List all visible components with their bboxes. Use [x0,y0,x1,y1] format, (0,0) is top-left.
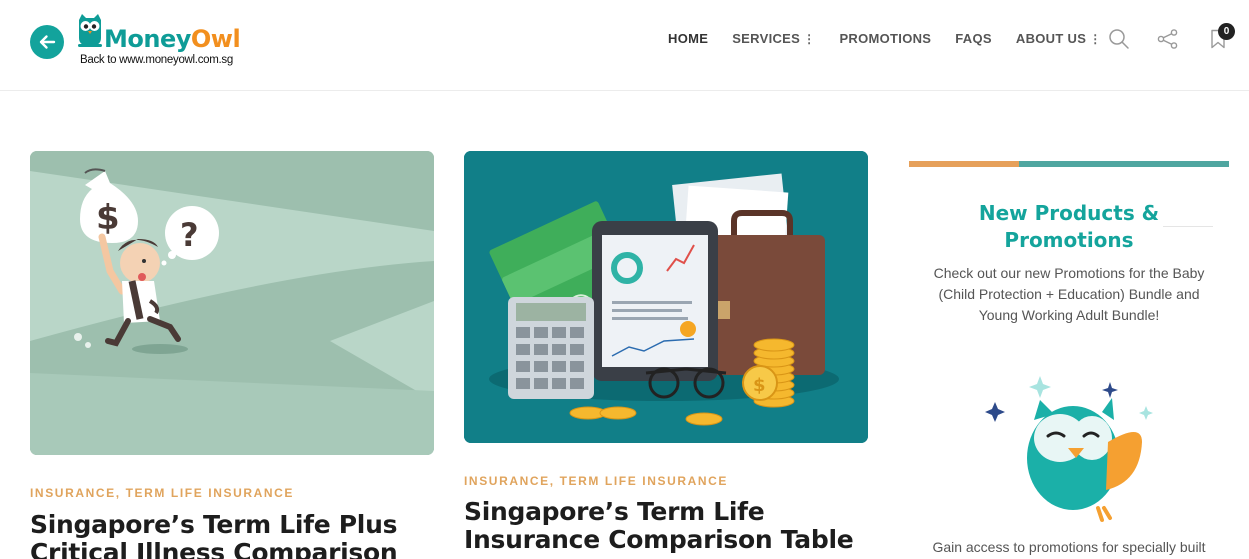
nav-services[interactable]: SERVICES ⋮ [732,31,815,46]
post-2-image[interactable]: $ [464,151,868,443]
widget-title-line1: New Products & [978,201,1160,225]
widget-description-2: Gain access to promotions for specially … [932,539,1206,555]
nav-faqs-label: FAQS [955,31,992,46]
back-to-site-link[interactable]: Back to www.moneyowl.com.sg [80,54,233,66]
owl-logo-icon [78,14,102,47]
site-header: MoneyOwl Back to www.moneyowl.com.sg HOM… [0,0,1249,91]
svg-text:?: ? [180,216,199,254]
widget-title-line2: Promotions [1004,228,1134,252]
post-2-title-line1: Singapore’s Term Life [464,497,765,526]
post-1-title-line1: Singapore’s Term Life Plus [30,510,398,539]
nav-about-label: ABOUT US [1015,31,1087,46]
arrow-left-icon [39,35,56,49]
post-1-title[interactable]: Singapore’s Term Life Plus Critical Illn… [30,510,398,559]
svg-text:$: $ [753,375,766,396]
bookmark-count-badge: 0 [1218,23,1235,40]
moneyowl-logo[interactable]: MoneyOwl Back to www.moneyowl.com.sg [77,14,267,72]
nav-faqs[interactable]: FAQS [955,31,992,46]
back-button[interactable] [30,25,64,59]
search-icon[interactable] [1108,28,1130,50]
post-2-category[interactable]: INSURANCE, TERM LIFE INSURANCE [464,474,728,488]
dropdown-dots-icon: ⋮ [803,31,816,46]
nav-about-us[interactable]: ABOUT US ⋮ [1016,31,1102,46]
nav-services-label: SERVICES [732,31,801,46]
svg-text:$: $ [96,198,120,238]
post-1-image[interactable]: $ ? [30,151,434,455]
post-2-title[interactable]: Singapore’s Term Life Insurance Comparis… [464,497,854,554]
finance-illustration: $ [464,151,868,443]
nav-promotions-label: PROMOTIONS [839,31,932,46]
logo-text-money: Money [104,25,191,53]
widget-accent-bar-orange [909,161,1019,167]
logo-wordmark: MoneyOwl [104,25,241,53]
main-nav: HOME SERVICES ⋮ PROMOTIONS FAQS ABOUT US ⋮ [668,31,1126,46]
dropdown-dots-icon: ⋮ [1089,31,1102,46]
widget-accent-bar-teal [1019,161,1229,167]
widget-title: New Products & Promotions [909,200,1229,254]
nav-home-label: HOME [668,31,709,46]
happy-owl-mascot [985,376,1153,522]
widget-title-divider [1163,226,1213,227]
post-1-title-line2: Critical Illness Comparison [30,538,398,559]
nav-home[interactable]: HOME [668,31,708,46]
nav-promotions[interactable]: PROMOTIONS [839,31,931,46]
post-1-category[interactable]: INSURANCE, TERM LIFE INSURANCE [30,486,294,500]
widget-description: Check out our new Promotions for the Bab… [933,265,1205,323]
logo-text-owl: Owl [190,25,241,53]
money-question-illustration: $ ? [30,151,434,455]
share-icon[interactable] [1157,29,1179,49]
post-2-title-line2: Insurance Comparison Table [464,525,854,554]
